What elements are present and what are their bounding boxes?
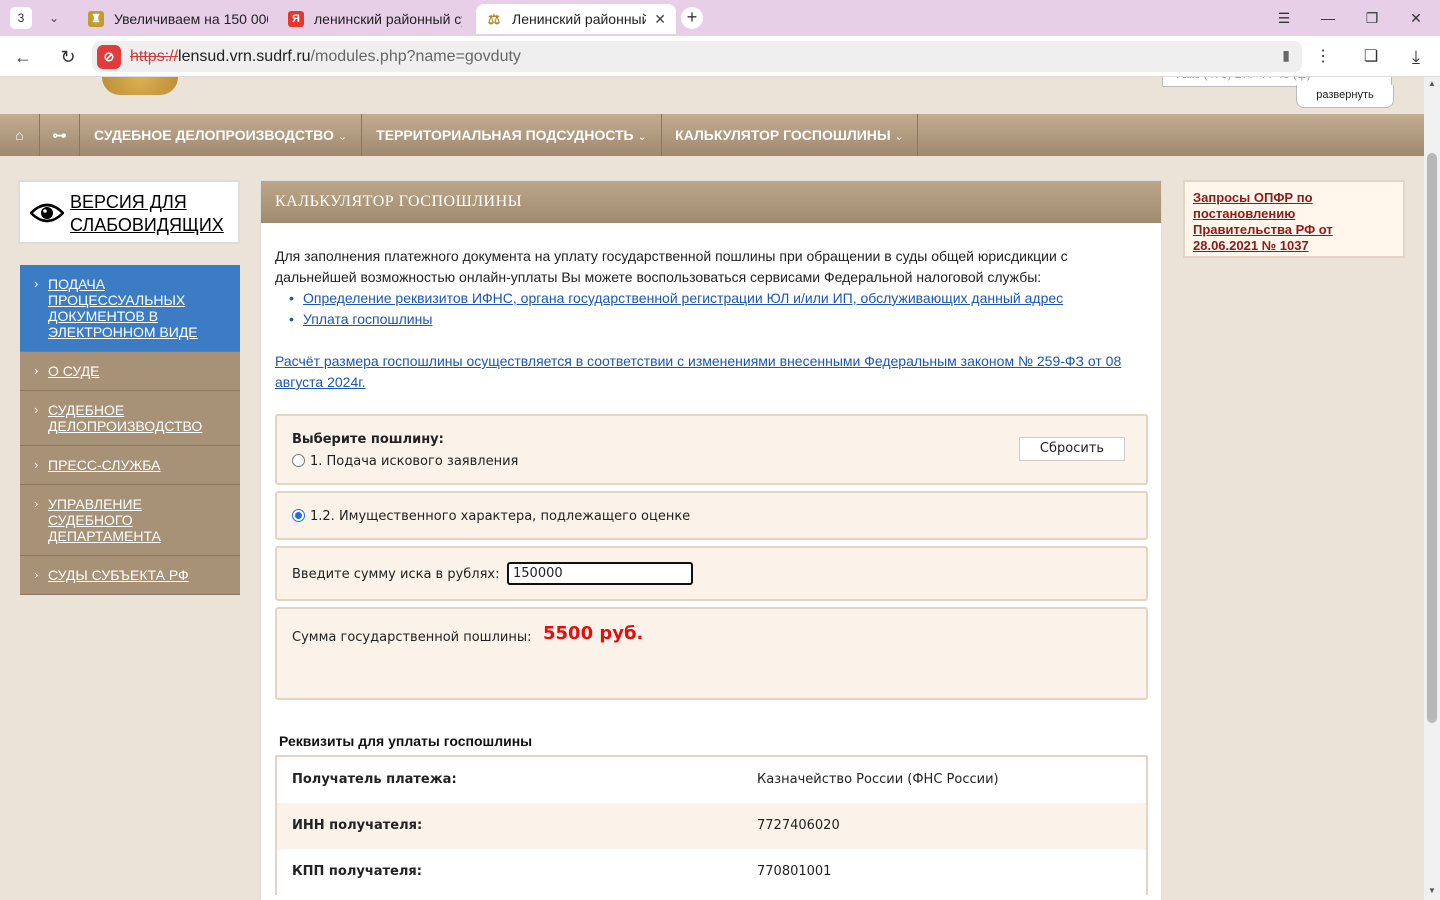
address-bar: ← ↻ ⊘ https://lensud.vrn.sudrf.ru/module… [0, 36, 1440, 77]
main-menu: ⌂ ⊶ СУДЕБНОЕ ДЕЛОПРОИЗВОДСТВО ⌄ ТЕРРИТОРИ… [0, 114, 1424, 156]
site-header: Факс (473) 277-44-40 (ф) развернуть [0, 77, 1424, 114]
list-item: Уплата госпошлины [289, 309, 1135, 330]
law-259-link[interactable]: Расчёт размера госпошлины осуществляется… [275, 353, 1121, 390]
side-nav: › Подача процессуальных документов в элек… [20, 265, 240, 595]
restore-icon[interactable]: ❐ [1360, 6, 1384, 30]
close-tab-icon[interactable]: ✕ [646, 11, 666, 28]
tab-2[interactable]: Я ленинский районный суд [278, 4, 472, 34]
collections-icon[interactable]: ❏ [1358, 44, 1384, 70]
row-key: ИНН получателя: [292, 818, 423, 833]
chevron-right-icon: › [34, 402, 39, 417]
tab-title: Ленинский районный с [512, 11, 647, 27]
tab-title: ленинский районный суд [314, 11, 462, 27]
reload-icon[interactable]: ↻ [55, 44, 81, 70]
scrollbar-thumb[interactable] [1427, 153, 1437, 723]
ifns-requisites-link[interactable]: Определение реквизитов ИФНС, органа госу… [303, 290, 1063, 306]
requisites-title: Реквизиты для уплаты госпошлины [279, 733, 533, 749]
web-page: Факс (473) 277-44-40 (ф) развернуть ⌂ ⊶ … [0, 77, 1424, 900]
chevron-right-icon: › [34, 457, 39, 472]
reset-button[interactable]: Сбросить [1019, 437, 1125, 461]
duty-select-panel: Выберите пошлину: 1. Подача искового зая… [275, 414, 1148, 485]
result-label: Сумма государственной пошлины: [292, 630, 532, 645]
row-value: Казначейство России (ФНС России) [757, 772, 999, 787]
browser-tab-bar: 3 ⌄ ♜ Увеличиваем на 150 000 Я ленинский… [0, 0, 1440, 36]
side-item-region-courts[interactable]: › Суды субъекта РФ [20, 556, 240, 595]
pay-duty-link[interactable]: Уплата госпошлины [303, 311, 432, 327]
crest-icon: ♜ [88, 11, 104, 27]
radio-property[interactable] [292, 509, 305, 522]
bookmark-icon[interactable]: ▮ [1282, 47, 1290, 64]
result-value: 5500 руб. [543, 623, 644, 644]
option-claim[interactable]: 1. Подача искового заявления [292, 454, 518, 469]
row-value: 770801001 [757, 864, 832, 879]
row-key: Получатель платежа: [292, 772, 457, 787]
tab-3-active[interactable]: ⚖ Ленинский районный с ✕ [476, 4, 676, 34]
side-item-press[interactable]: › Пресс-служба [20, 446, 240, 485]
table-row: ИНН получателя: 7727406020 [277, 803, 1146, 849]
url-text: https://lensud.vrn.sudrf.ru/modules.php?… [130, 48, 521, 65]
page-title: КАЛЬКУЛЯТОР ГОСПОШЛИНЫ [261, 181, 1161, 223]
chevron-right-icon: › [34, 567, 39, 582]
choose-duty-label: Выберите пошлину: [292, 432, 444, 447]
chevron-down-icon: ⌄ [894, 131, 904, 143]
amount-label: Введите сумму иска в рублях: [292, 567, 500, 582]
intro-block: Для заполнения платежного документа на у… [275, 246, 1135, 330]
list-item: Определение реквизитов ИФНС, органа госу… [289, 288, 1135, 309]
more-icon[interactable]: ⋮ [1310, 44, 1336, 70]
result-panel: Сумма государственной пошлины: 5500 руб. [275, 607, 1148, 700]
home-icon[interactable]: ⌂ [0, 114, 40, 156]
back-icon[interactable]: ← [10, 44, 36, 70]
page-scrollbar[interactable]: ▲ ▼ [1424, 77, 1440, 900]
court-emblem [102, 77, 178, 95]
side-item-about[interactable]: › О суде [20, 352, 240, 391]
low-vision-version[interactable]: ВЕРСИЯ ДЛЯ СЛАБОВИДЯЩИХ [18, 180, 240, 244]
side-item-proceedings[interactable]: › Судебное делопроизводство [20, 391, 240, 446]
menu-item-proceedings[interactable]: СУДЕБНОЕ ДЕЛОПРОИЗВОДСТВО ⌄ [80, 114, 362, 156]
tab-list-chevron-icon[interactable]: ⌄ [42, 7, 66, 29]
expand-contacts-button[interactable]: развернуть [1296, 85, 1394, 108]
eye-icon [30, 203, 64, 223]
table-row: КПП получателя: 770801001 [277, 849, 1146, 895]
row-value: 7727406020 [757, 818, 840, 833]
law-note: Расчёт размера госпошлины осуществляется… [275, 351, 1135, 393]
close-window-icon[interactable]: ✕ [1404, 6, 1428, 30]
tab-1[interactable]: ♜ Увеличиваем на 150 000 [78, 4, 278, 34]
chevron-right-icon: › [34, 496, 39, 511]
chevron-down-icon: ⌄ [337, 131, 348, 143]
yandex-icon: Я [288, 11, 304, 27]
menu-item-calculator[interactable]: КАЛЬКУЛЯТОР ГОСПОШЛИНЫ ⌄ [662, 114, 918, 156]
tab-counter[interactable]: 3 [10, 7, 32, 29]
sitemap-icon[interactable]: ⊶ [40, 114, 80, 156]
low-vision-label: ВЕРСИЯ ДЛЯ СЛАБОВИДЯЩИХ [70, 192, 224, 235]
amount-input[interactable]: 150000 [507, 562, 693, 585]
scales-icon: ⚖ [486, 11, 502, 27]
menu-icon[interactable]: ☰ [1272, 6, 1296, 30]
url-field[interactable]: ⊘ https://lensud.vrn.sudrf.ru/modules.ph… [92, 41, 1302, 72]
minimize-icon[interactable]: — [1316, 6, 1340, 30]
option-property[interactable]: 1.2. Имущественного характера, подлежаще… [292, 509, 690, 524]
chevron-down-icon: ⌄ [637, 131, 647, 143]
intro-text: Для заполнения платежного документа на у… [275, 248, 1068, 285]
tab-title: Увеличиваем на 150 000 [114, 11, 268, 27]
scroll-up-icon[interactable]: ▲ [1424, 77, 1440, 91]
new-tab-button[interactable]: + [681, 7, 703, 29]
insecure-lock-icon[interactable]: ⊘ [97, 45, 121, 69]
download-icon[interactable]: ⤓ [1403, 44, 1429, 70]
opfr-requests-link[interactable]: Запросы ОПФР по постановлению Правительс… [1193, 190, 1333, 253]
news-box: Запросы ОПФР по постановлению Правительс… [1183, 180, 1405, 258]
side-item-department[interactable]: › Управление судебного департамента [20, 485, 240, 556]
amount-panel: Введите сумму иска в рублях: 150000 [275, 546, 1148, 601]
fns-links: Определение реквизитов ИФНС, органа госу… [289, 288, 1135, 330]
duty-subtype-panel: 1.2. Имущественного характера, подлежаще… [275, 491, 1148, 540]
radio-claim[interactable] [292, 454, 305, 467]
main-content: КАЛЬКУЛЯТОР ГОСПОШЛИНЫ Для заполнения пл… [260, 180, 1162, 900]
requisites-table: Получатель платежа: Казначейство России … [275, 755, 1148, 895]
table-row: Получатель платежа: Казначейство России … [277, 757, 1146, 803]
row-key: КПП получателя: [292, 864, 422, 879]
chevron-right-icon: › [34, 363, 39, 378]
side-item-e-filing[interactable]: › Подача процессуальных документов в элек… [20, 265, 240, 352]
menu-item-jurisdiction[interactable]: ТЕРРИТОРИАЛЬНАЯ ПОДСУДНОСТЬ ⌄ [362, 114, 662, 156]
chevron-right-icon: › [34, 276, 39, 291]
scroll-down-icon[interactable]: ▼ [1424, 884, 1440, 898]
